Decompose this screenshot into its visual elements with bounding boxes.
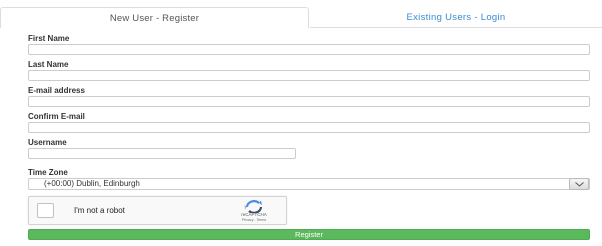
recaptcha-checkbox[interactable]	[37, 203, 54, 218]
timezone-dropdown-button[interactable]	[569, 178, 589, 190]
tab-register[interactable]: New User - Register	[0, 7, 309, 28]
username-field[interactable]	[28, 148, 296, 159]
timezone-value: (+00:00) Dublin, Edinburgh	[44, 179, 140, 188]
chevron-down-icon	[575, 182, 584, 187]
tab-bar: New User - Register Existing Users - Log…	[0, 0, 602, 28]
recaptcha-brand: reCAPTCHA	[241, 212, 267, 217]
email-label: E-mail address	[28, 86, 85, 95]
register-button[interactable]: Register	[28, 229, 590, 240]
confirm-email-field[interactable]	[28, 122, 590, 133]
recaptcha-widget: I'm not a robot reCAPTCHA Privacy - Term…	[28, 196, 287, 225]
username-label: Username	[28, 138, 67, 147]
timezone-label: Time Zone	[28, 168, 68, 177]
last-name-label: Last Name	[28, 60, 69, 69]
last-name-field[interactable]	[28, 70, 590, 81]
recaptcha-label: I'm not a robot	[74, 206, 125, 215]
email-field[interactable]	[28, 96, 590, 107]
tab-login[interactable]: Existing Users - Login	[310, 7, 602, 28]
timezone-select[interactable]: (+00:00) Dublin, Edinburgh	[28, 178, 590, 190]
first-name-label: First Name	[28, 34, 70, 43]
recaptcha-links[interactable]: Privacy - Terms	[229, 218, 279, 222]
first-name-field[interactable]	[28, 44, 590, 55]
confirm-email-label: Confirm E-mail	[28, 112, 85, 121]
